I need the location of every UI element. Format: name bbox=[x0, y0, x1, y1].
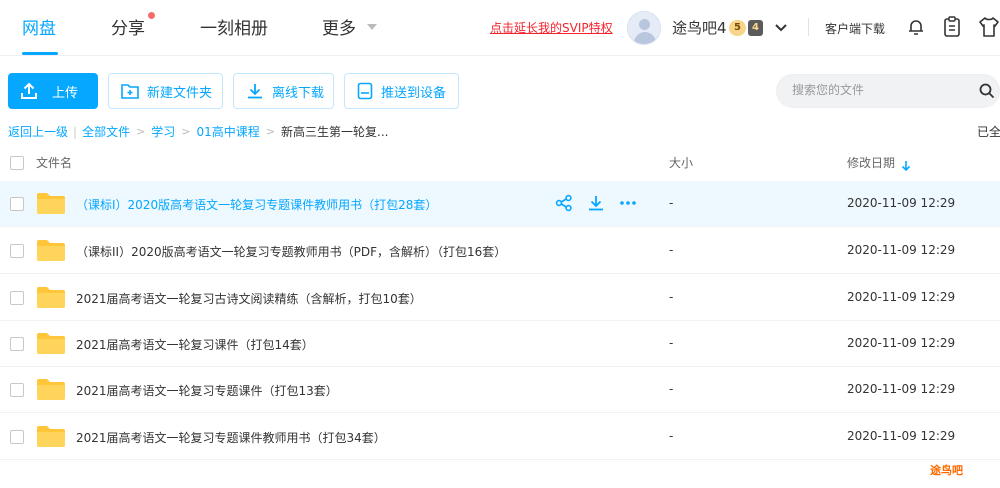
table-row[interactable]: （课标II）2020版高考语文一轮复习专题教师用书（PDF，含解析）（打包16套… bbox=[0, 228, 1000, 274]
tab-netdisk[interactable]: 网盘 bbox=[22, 14, 56, 39]
row-checkbox[interactable] bbox=[10, 337, 24, 351]
breadcrumb-item-course[interactable]: 01高中课程 bbox=[197, 123, 260, 140]
download-icon[interactable] bbox=[587, 194, 605, 216]
file-name[interactable]: 2021届高考语文一轮复习课件（打包14套） bbox=[76, 336, 314, 353]
breadcrumb-current: 新高三生第一轮复... bbox=[281, 125, 389, 139]
folder-icon bbox=[37, 240, 65, 261]
clipboard-icon[interactable] bbox=[942, 16, 962, 42]
chevron-right-icon: > bbox=[265, 125, 276, 138]
file-name[interactable]: 2021届高考语文一轮复习专题课件（打包13套） bbox=[76, 382, 338, 399]
row-checkbox[interactable] bbox=[10, 244, 24, 258]
breadcrumb-item-all-files[interactable]: 全部文件 bbox=[82, 123, 130, 140]
file-name[interactable]: 2021届高考语文一轮复习专题课件教师用书（打包34套） bbox=[76, 429, 386, 446]
divider bbox=[808, 18, 809, 36]
new-folder-icon bbox=[121, 84, 139, 99]
tab-album[interactable]: 一刻相册 bbox=[200, 14, 268, 39]
tab-share[interactable]: 分享 bbox=[111, 14, 145, 39]
download-icon bbox=[248, 84, 262, 99]
folder-icon bbox=[37, 379, 65, 400]
share-icon[interactable] bbox=[555, 194, 573, 216]
file-date: 2020-11-09 12:29 bbox=[847, 290, 956, 304]
row-checkbox[interactable] bbox=[10, 291, 24, 305]
avatar[interactable] bbox=[627, 11, 661, 45]
device-icon bbox=[357, 82, 373, 100]
breadcrumb: 返回上一级 | 全部文件 > 学习 > 01高中课程 > 新高三生第一轮复... bbox=[8, 123, 388, 140]
offline-download-button[interactable]: 离线下载 bbox=[233, 73, 334, 109]
tab-more[interactable]: 更多 bbox=[322, 14, 356, 39]
file-name[interactable]: （课标I）2020版高考语文一轮复习专题课件教师用书（打包28套） bbox=[76, 196, 437, 213]
push-to-device-label: 推送到设备 bbox=[381, 85, 447, 101]
folder-icon bbox=[37, 333, 65, 354]
file-name[interactable]: （课标II）2020版高考语文一轮复习专题教师用书（PDF，含解析）（打包16套… bbox=[76, 243, 506, 260]
table-row[interactable]: 2021届高考语文一轮复习专题课件（打包13套） - 2020-11-09 12… bbox=[0, 367, 1000, 413]
new-folder-label: 新建文件夹 bbox=[147, 85, 213, 101]
loaded-status: 已全 bbox=[977, 125, 1000, 139]
folder-icon bbox=[37, 287, 65, 308]
file-date: 2020-11-09 12:29 bbox=[847, 429, 956, 443]
chevron-right-icon: > bbox=[181, 125, 191, 138]
top-nav: 网盘 分享 一刻相册 更多 点击延长我的SVIP特权 途鸟吧4 5 4 客户端下… bbox=[0, 0, 1000, 56]
search-icon[interactable] bbox=[979, 83, 995, 103]
column-header-name[interactable]: 文件名 bbox=[36, 154, 72, 171]
file-size: - bbox=[669, 336, 674, 350]
push-to-device-button[interactable]: 推送到设备 bbox=[344, 73, 459, 109]
more-options-icon[interactable] bbox=[619, 194, 637, 216]
select-all-checkbox[interactable] bbox=[10, 156, 24, 170]
chevron-right-icon: > bbox=[136, 125, 146, 138]
upload-button[interactable]: 上传 bbox=[8, 73, 98, 109]
row-checkbox[interactable] bbox=[10, 197, 24, 211]
user-menu-chevron-icon[interactable] bbox=[774, 20, 788, 39]
row-checkbox[interactable] bbox=[10, 430, 24, 444]
file-date: 2020-11-09 12:29 bbox=[847, 382, 956, 396]
table-row[interactable]: 2021届高考语文一轮复习古诗文阅读精练（含解析，打包10套） - 2020-1… bbox=[0, 275, 1000, 321]
table-row[interactable]: 2021届高考语文一轮复习课件（打包14套） - 2020-11-09 12:2… bbox=[0, 321, 1000, 367]
file-size: - bbox=[669, 429, 674, 443]
upload-label: 上传 bbox=[52, 85, 79, 101]
table-header: 文件名 大小 修改日期 bbox=[0, 146, 1000, 180]
file-size: - bbox=[669, 196, 674, 210]
username[interactable]: 途鸟吧4 bbox=[672, 17, 727, 38]
bell-icon[interactable] bbox=[906, 17, 926, 41]
sort-down-arrow-icon[interactable] bbox=[901, 157, 911, 176]
table-row[interactable]: （课标I）2020版高考语文一轮复习专题课件教师用书（打包28套） - 2020… bbox=[0, 181, 1000, 227]
notification-dot bbox=[148, 12, 155, 19]
svip-renew-link[interactable]: 点击延长我的SVIP特权 bbox=[490, 19, 613, 36]
client-download-link[interactable]: 客户端下载 bbox=[825, 20, 885, 37]
table-row[interactable]: 2021届高考语文一轮复习专题课件教师用书（打包34套） - 2020-11-0… bbox=[0, 414, 1000, 460]
shirt-icon[interactable] bbox=[978, 16, 1000, 42]
file-size: - bbox=[669, 290, 674, 304]
file-size: - bbox=[669, 243, 674, 257]
row-checkbox[interactable] bbox=[10, 383, 24, 397]
breadcrumb-divider: | bbox=[73, 124, 78, 139]
chevron-down-icon bbox=[367, 24, 377, 30]
vip-level-badge: 4 bbox=[748, 20, 763, 36]
new-folder-button[interactable]: 新建文件夹 bbox=[108, 73, 223, 109]
row-actions bbox=[555, 194, 651, 216]
watermark-logo: 途鸟吧 bbox=[930, 464, 963, 477]
search-input[interactable] bbox=[792, 83, 972, 97]
file-size: - bbox=[669, 382, 674, 396]
breadcrumb-back-link[interactable]: 返回上一级 bbox=[8, 123, 68, 140]
file-date: 2020-11-09 12:29 bbox=[847, 243, 956, 257]
search-box bbox=[776, 74, 1000, 108]
breadcrumb-item-study[interactable]: 学习 bbox=[151, 123, 175, 140]
file-name[interactable]: 2021届高考语文一轮复习古诗文阅读精练（含解析，打包10套） bbox=[76, 290, 422, 307]
file-date: 2020-11-09 12:29 bbox=[847, 336, 956, 350]
folder-icon bbox=[37, 193, 65, 214]
active-tab-indicator bbox=[22, 52, 58, 55]
level-badge: 5 bbox=[729, 20, 746, 36]
offline-download-label: 离线下载 bbox=[272, 85, 325, 101]
column-header-size[interactable]: 大小 bbox=[669, 154, 693, 171]
column-header-date[interactable]: 修改日期 bbox=[847, 154, 895, 171]
folder-icon bbox=[37, 426, 65, 447]
upload-icon bbox=[21, 82, 37, 99]
file-date: 2020-11-09 12:29 bbox=[847, 196, 956, 210]
